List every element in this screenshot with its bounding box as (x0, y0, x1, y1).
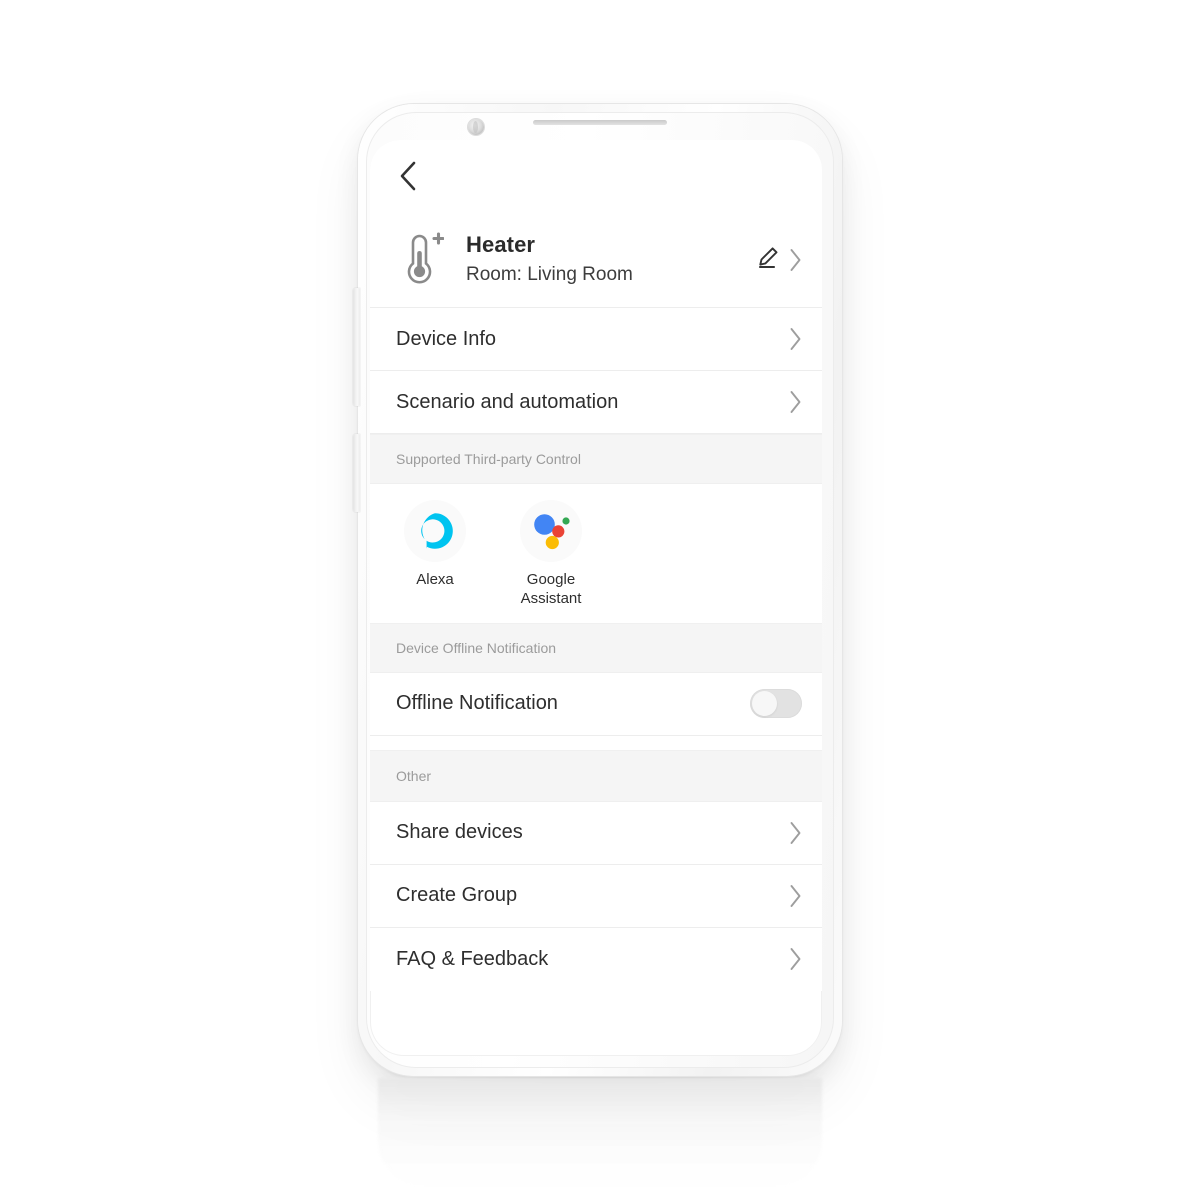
toggle-knob (752, 691, 777, 716)
row-label: Create Group (396, 884, 518, 906)
back-button[interactable] (390, 158, 426, 194)
chevron-right-icon (789, 390, 802, 414)
third-party-label: Alexa (416, 571, 454, 588)
row-label: Device Info (396, 327, 497, 350)
device-title-block: Heater Room: Living Room (448, 231, 756, 288)
row-faq-and-feedback[interactable]: FAQ & Feedback (370, 927, 822, 991)
thermometer-plus-icon (396, 231, 448, 288)
device-header[interactable]: Heater Room: Living Room (370, 212, 822, 308)
pencil-edit-icon[interactable] (756, 245, 780, 274)
third-party-control-grid: Alexa Google Assistant (370, 484, 822, 623)
google-assistant-icon (520, 500, 582, 562)
row-label: FAQ & Feedback (396, 947, 549, 970)
section-header-third-party: Supported Third-party Control (370, 434, 822, 484)
chevron-right-icon (789, 821, 802, 845)
third-party-label: Google Assistant (521, 571, 582, 609)
row-label: Scenario and automation (396, 390, 619, 413)
row-device-info[interactable]: Device Info (370, 308, 822, 371)
device-name: Heater (466, 231, 536, 257)
back-chevron-icon (398, 160, 418, 192)
section-header-other: Other (370, 749, 822, 802)
section-header-device-offline-notification: Device Offline Notification (370, 622, 822, 673)
navigation-bar (370, 140, 822, 212)
earpiece-speaker-icon (533, 120, 667, 125)
third-party-item-alexa[interactable]: Alexa (396, 500, 474, 609)
device-header-actions (756, 245, 802, 274)
offline-notification-toggle[interactable] (750, 689, 802, 718)
chevron-right-icon[interactable] (789, 248, 802, 272)
front-camera-icon (468, 119, 484, 135)
third-party-label-line2: Assistant (520, 589, 582, 607)
row-label: Share devices (396, 821, 523, 843)
phone-screen: Heater Room: Living Room Device Info Sce… (370, 140, 822, 1056)
section-spacer (370, 735, 822, 750)
third-party-label-line1: Google (526, 571, 576, 588)
chevron-right-icon (789, 327, 802, 351)
page-root: Heater Room: Living Room Device Info Sce… (0, 0, 1200, 1200)
chevron-right-icon (789, 947, 802, 971)
row-offline-notification[interactable]: Offline Notification (370, 672, 822, 736)
volume-rocker-button[interactable] (353, 288, 360, 406)
row-label: Offline Notification (396, 692, 558, 714)
power-button[interactable] (353, 434, 360, 512)
row-create-group[interactable]: Create Group (370, 864, 822, 928)
third-party-item-google-assistant[interactable]: Google Assistant (512, 500, 590, 609)
phone-reflection (378, 1078, 822, 1186)
phone-device: Heater Room: Living Room Device Info Sce… (353, 104, 842, 1076)
alexa-icon (404, 500, 466, 562)
chevron-right-icon (789, 884, 802, 908)
row-scenario-and-automation[interactable]: Scenario and automation (370, 371, 822, 434)
row-share-devices[interactable]: Share devices (370, 801, 822, 865)
device-room: Room: Living Room (466, 264, 633, 286)
